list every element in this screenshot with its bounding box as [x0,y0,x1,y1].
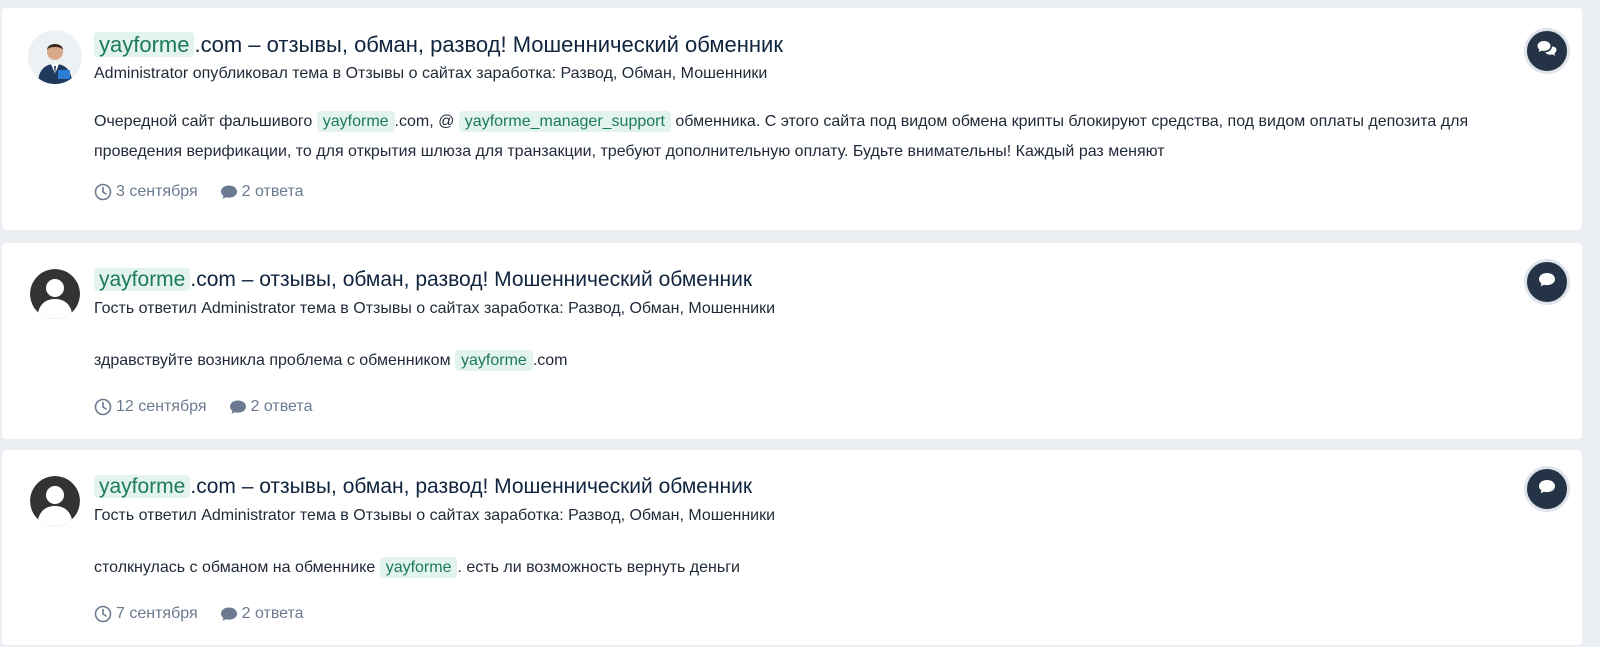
item-meta: Гость ответил Administrator тема в Отзыв… [94,507,776,524]
clock-icon [94,605,112,623]
title-highlight[interactable]: yayforme [94,475,191,498]
clock-icon [94,398,112,416]
guest-avatar[interactable] [30,269,80,319]
snippet-highlight: yayforme [316,111,395,132]
date-text: 3 сентября [116,183,198,200]
item-replies[interactable]: 2 ответа [229,398,313,416]
snippet-text: .com, @ [394,113,459,130]
activity-content: yayforme .com – отзывы, обман, развод! Мо… [94,472,1502,623]
item-meta: Гость ответил Administrator тема в Отзыв… [94,300,776,317]
item-stats: 3 сентября 2 ответа [94,183,1502,201]
snippet-text: Очередной сайт фальшивого [94,113,317,130]
item-snippet: Очередной сайт фальшивого yayforme .com, … [94,107,1502,167]
item-replies[interactable]: 2 ответа [220,183,304,201]
replies-text[interactable]: 2 ответа [242,183,304,201]
snippet-text: .com [532,352,568,369]
comment-icon [220,183,238,201]
title-text[interactable]: .com – отзывы, обман, развод! Мошенничес… [194,32,782,57]
snippet-highlight: yayforme_manager_support [458,111,671,132]
item-meta: Administrator опубликовал тема в Отзывы … [94,65,768,82]
activity-item: yayforme .com – отзывы, обман, развод! Мо… [2,8,1582,230]
topic-type-badge [1524,466,1570,512]
comment-icon [1537,477,1557,502]
snippet-highlight: yayforme [455,350,533,371]
activity-content: yayforme .com – отзывы, обман, развод! Мо… [94,30,1502,201]
activity-item: yayforme .com – отзывы, обман, развод! Мо… [2,450,1582,645]
date-text: 7 сентября [116,605,198,622]
date-text: 12 сентября [116,398,207,415]
comments-icon [1536,38,1558,65]
admin-avatar[interactable] [28,30,82,84]
comment-icon [220,605,238,623]
activity-item: yayforme .com – отзывы, обман, развод! Мо… [2,243,1582,439]
title-highlight[interactable]: yayforme [94,32,195,57]
item-title[interactable]: yayforme .com – отзывы, обман, развод! Мо… [94,472,1502,502]
item-date: 12 сентября [94,398,207,416]
replies-text[interactable]: 2 ответа [251,398,313,416]
topic-type-badge [1524,259,1570,305]
title-highlight[interactable]: yayforme [94,268,191,291]
title-text[interactable]: .com – отзывы, обман, развод! Мошенничес… [190,268,752,291]
snippet-highlight: yayforme [379,557,458,578]
item-snippet: здравствуйте возникла проблема с обменни… [94,346,1502,376]
item-replies[interactable]: 2 ответа [220,605,304,623]
title-text[interactable]: .com – отзывы, обман, развод! Мошенничес… [190,475,752,498]
activity-feed: yayforme .com – отзывы, обман, развод! Мо… [0,0,1600,647]
item-snippet: столкнулась с обманом на обменнике yayfo… [94,553,1502,583]
snippet-text: здравствуйте возникла проблема с обменни… [94,352,456,369]
replies-text[interactable]: 2 ответа [242,605,304,623]
guest-avatar[interactable] [30,476,80,526]
item-title[interactable]: yayforme .com – отзывы, обман, развод! Мо… [94,30,1502,60]
activity-content: yayforme .com – отзывы, обман, развод! Мо… [94,265,1502,416]
item-title[interactable]: yayforme .com – отзывы, обман, развод! Мо… [94,265,1502,295]
item-date: 3 сентября [94,183,198,201]
item-stats: 7 сентября 2 ответа [94,605,1502,623]
snippet-text: столкнулась с обманом на обменнике [94,559,380,576]
comment-icon [1537,270,1557,295]
topic-type-badge [1524,28,1570,74]
item-stats: 12 сентября 2 ответа [94,398,1502,416]
comment-icon [229,398,247,416]
snippet-text: . есть ли возможность вернуть деньги [457,559,740,576]
item-date: 7 сентября [94,605,198,623]
clock-icon [94,183,112,201]
